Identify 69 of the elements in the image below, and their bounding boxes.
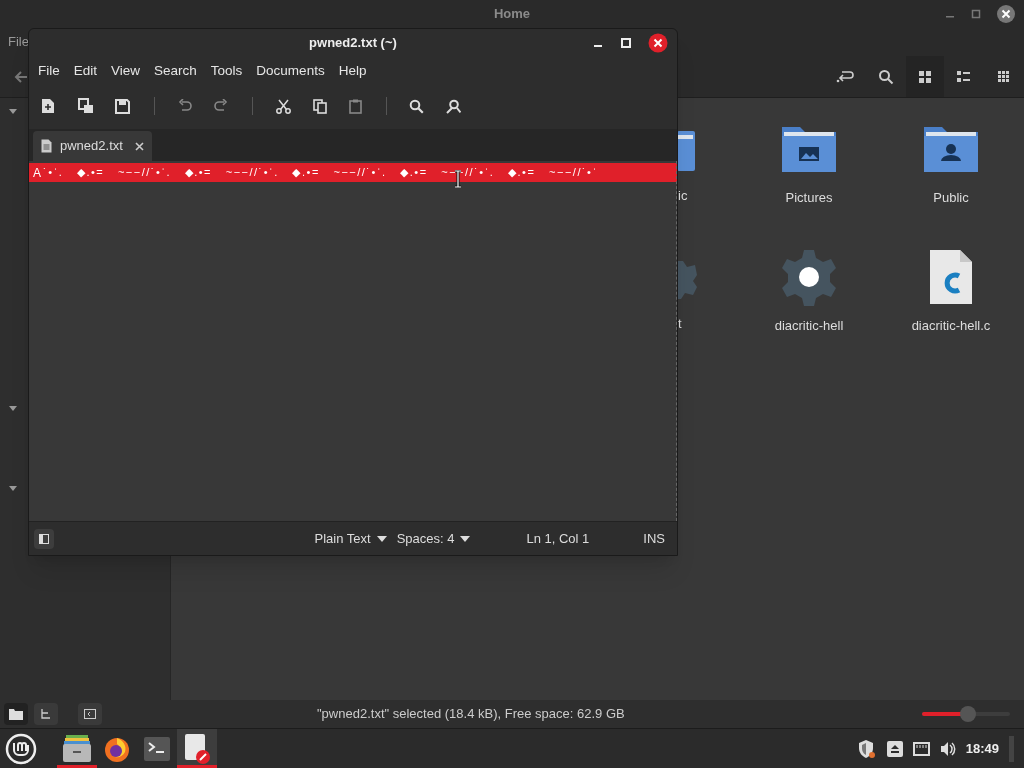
cursor-position: Ln 1, Col 1 (526, 529, 590, 548)
cut-icon[interactable] (276, 98, 291, 114)
menu-item[interactable]: Documents (249, 61, 332, 82)
insert-mode[interactable]: INS (643, 528, 665, 549)
expanded-arrow-icon[interactable] (8, 106, 18, 116)
clock[interactable]: 18:49 (965, 738, 999, 759)
file-name[interactable]: t (677, 314, 682, 334)
list-view-icon[interactable] (957, 70, 970, 83)
hide-sidebar-button[interactable] (78, 703, 102, 725)
paste-icon[interactable] (349, 98, 362, 114)
window-title: pwned2.txt (~) (309, 34, 397, 53)
save-icon[interactable] (115, 98, 130, 114)
places-button[interactable] (4, 703, 28, 725)
file-manager-icon (62, 734, 92, 763)
text-area[interactable]: A ˙•ˈ. ◆.•= ~−−//˙•ˈ. ◆.•= ~−−//˙•ˈ. ◆.•= ~−−//˙•ˈ. ◆.•= ~−−//˙•ˈ. ◆.•= ~−−//˙•ˈ (29, 161, 677, 521)
new-document-icon[interactable] (41, 98, 55, 114)
menu-item[interactable]: Edit (66, 61, 105, 82)
tree-icon (40, 708, 52, 720)
eject-icon[interactable] (886, 740, 903, 757)
icon-view-button[interactable] (906, 56, 944, 97)
expanded-arrow-icon[interactable] (8, 403, 18, 413)
undo-icon[interactable] (178, 99, 192, 113)
document-icon (41, 139, 52, 153)
expanded-arrow-icon[interactable] (8, 483, 18, 493)
close-icon[interactable] (134, 141, 144, 151)
redo-icon[interactable] (214, 99, 228, 113)
close-icon[interactable] (996, 4, 1016, 24)
taskbar-app-button[interactable] (177, 729, 217, 768)
menu-logo-icon[interactable] (5, 732, 37, 765)
window-title: Home (493, 5, 531, 24)
back-arrow-icon[interactable] (14, 69, 28, 84)
file-name[interactable]: diacritic-hell (774, 316, 844, 336)
network-icon[interactable] (912, 741, 930, 756)
folder-icon (9, 708, 23, 720)
toggle-location-icon[interactable] (836, 68, 854, 85)
file-name[interactable]: Pictures (785, 188, 833, 208)
file-name[interactable]: ic (677, 186, 688, 206)
c-file-icon (928, 249, 974, 305)
copy-icon[interactable] (313, 98, 327, 114)
search-icon[interactable] (878, 68, 894, 85)
status-text: "pwned2.txt" selected (18.4 kB), Free space: 62.9 GB (317, 705, 625, 724)
zoom-slider[interactable] (922, 706, 1010, 722)
search-icon[interactable] (409, 98, 424, 114)
dropdown-button[interactable]: Plain Text (314, 528, 387, 549)
sidebar-icon (84, 709, 96, 719)
tab[interactable]: pwned2.txt (33, 131, 152, 161)
menu-item[interactable]: Help (331, 61, 374, 82)
menu-item[interactable]: Search (147, 61, 204, 82)
dropdown-button[interactable]: Spaces: 4 (396, 528, 471, 549)
menu-item[interactable]: Tools (203, 61, 250, 82)
caret-icon (460, 535, 471, 542)
volume-icon[interactable] (939, 740, 956, 757)
file-name[interactable]: diacritic-hell.c (911, 316, 991, 336)
menu-item[interactable]: File (8, 32, 29, 52)
side-panel-icon (39, 533, 49, 544)
terminal-icon (144, 736, 170, 761)
slider-thumb[interactable] (959, 706, 976, 722)
tree-button[interactable] (34, 703, 58, 725)
shield-icon[interactable] (856, 738, 877, 759)
text-editor-icon (184, 733, 210, 764)
menu-item[interactable]: File (31, 61, 67, 82)
caret-icon (376, 535, 387, 542)
grid-icon (919, 70, 931, 83)
open-document-icon[interactable] (78, 98, 94, 114)
close-icon[interactable] (648, 33, 668, 53)
side-panel-button[interactable] (34, 528, 54, 549)
compact-view-icon[interactable] (998, 71, 1009, 82)
file-name[interactable]: Public (933, 188, 969, 208)
menu-item[interactable]: View (104, 61, 148, 82)
